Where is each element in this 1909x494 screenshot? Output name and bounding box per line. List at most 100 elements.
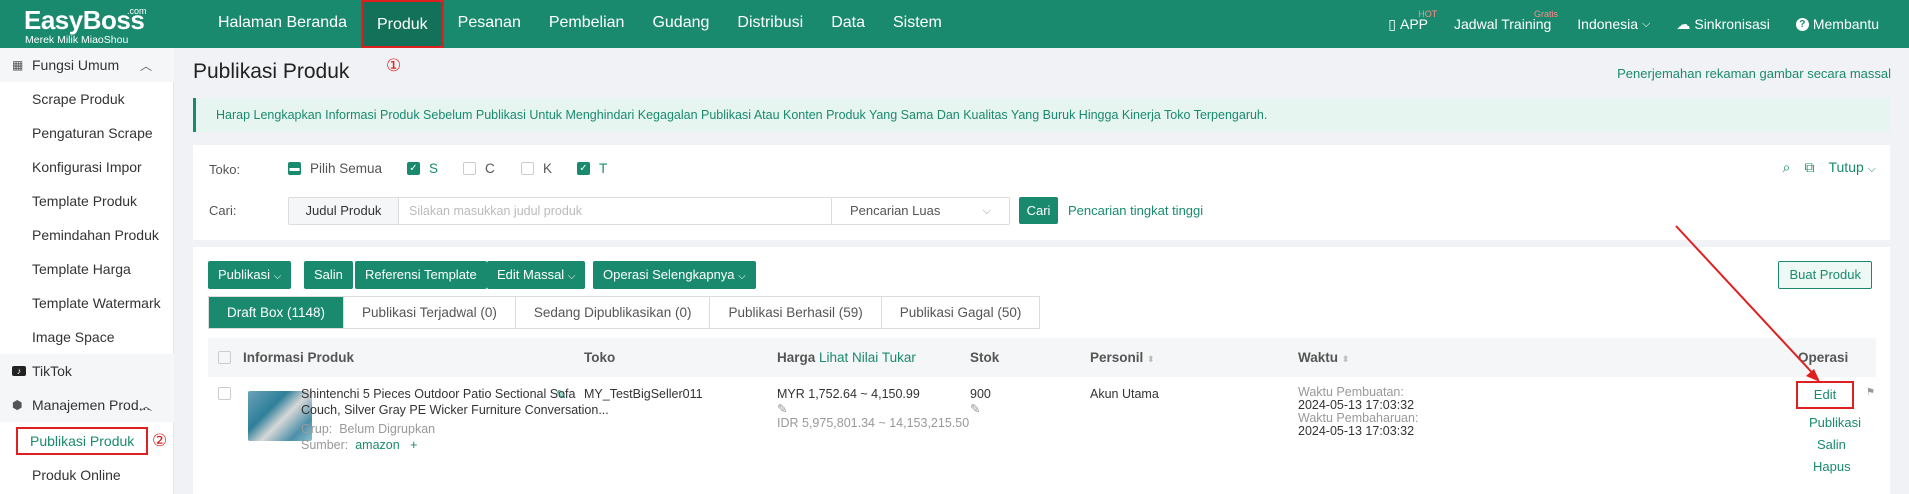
copy-action[interactable]: Salin	[1817, 437, 1846, 452]
columns-icon[interactable]: ⧉	[1804, 159, 1814, 176]
sidebar-item-scrape-settings[interactable]: Pengaturan Scrape	[0, 116, 174, 150]
search-label: Cari:	[209, 203, 237, 218]
sidebar-group-tiktok[interactable]: ♪ TikTok	[0, 354, 174, 388]
checkbox-empty-icon	[218, 387, 231, 400]
search-input[interactable]	[399, 198, 831, 224]
edit-title-pencil-icon[interactable]: ✎	[556, 387, 566, 403]
reference-template-button[interactable]: Referensi Template	[355, 261, 487, 289]
filter-tools: ⌕ ⧉ Tutup ⌵	[1783, 159, 1876, 176]
store-checkbox-k[interactable]: K	[521, 161, 552, 176]
button-label: Publikasi	[218, 267, 271, 282]
header-person[interactable]: Personil ⬍	[1090, 338, 1155, 379]
product-source: Sumber: amazon +	[301, 437, 417, 453]
sidebar-item-product-move[interactable]: Pemindahan Produk	[0, 218, 174, 252]
store-checkbox-s[interactable]: ✓ S	[407, 161, 438, 176]
chevron-down-icon: ⌵	[273, 271, 282, 282]
sidebar-item-product-template[interactable]: Template Produk	[0, 184, 174, 218]
search-scope-select[interactable]: Pencarian Luas ⌵	[831, 198, 1009, 224]
updated-time: 2024-05-13 17:03:32	[1298, 424, 1415, 438]
search-icon[interactable]: ⌕	[1783, 159, 1791, 176]
tab-scheduled[interactable]: Publikasi Terjadwal (0)	[344, 297, 516, 328]
app-link[interactable]: ▯ APP HOT	[1388, 9, 1437, 33]
advanced-search-link[interactable]: Pencarian tingkat tinggi	[1068, 203, 1203, 218]
sort-icon: ⬍	[1341, 354, 1350, 364]
language-select[interactable]: Indonesia ⌵	[1577, 16, 1650, 32]
search-button[interactable]: Cari	[1019, 197, 1058, 224]
tab-published[interactable]: Publikasi Berhasil (59)	[710, 297, 882, 328]
select-all-checkbox[interactable]: ▬ Pilih Semua	[288, 161, 382, 176]
header-price-label: Harga	[777, 350, 816, 365]
row-checkbox[interactable]	[218, 387, 231, 404]
tab-publishing[interactable]: Sedang Dipublikasikan (0)	[516, 297, 711, 328]
table-header: Informasi Produk Toko Harga Lihat Nilai …	[208, 338, 1876, 377]
sidebar-group-product-mgmt[interactable]: ⬢ Manajemen Prod... ︿	[0, 388, 174, 422]
page-title: Publikasi Produk	[193, 60, 350, 83]
nav-pesanan[interactable]: Pesanan	[444, 0, 535, 48]
nav-produk[interactable]: Produk	[360, 0, 444, 48]
collapse-label: Tutup	[1828, 159, 1864, 175]
exchange-rate-link[interactable]: Lihat Nilai Tukar	[819, 350, 916, 365]
sync-button[interactable]: ☁ Sinkronisasi	[1676, 16, 1769, 33]
nav-gudang[interactable]: Gudang	[638, 0, 723, 48]
sidebar-item-publish-product[interactable]: Publikasi Produk	[0, 424, 174, 458]
add-source-plus-icon[interactable]: +	[410, 438, 417, 452]
bulk-edit-dropdown-button[interactable]: Edit Massal ⌵	[487, 261, 586, 289]
help-label: Membantu	[1812, 16, 1879, 32]
flag-icon[interactable]: ⚑	[1866, 385, 1875, 401]
help-icon: ?	[1795, 17, 1809, 31]
checkbox-label: Pilih Semua	[310, 161, 383, 176]
tab-failed[interactable]: Publikasi Gagal (50)	[882, 297, 1040, 328]
header-time-label: Waktu	[1298, 350, 1338, 365]
store-checkbox-c[interactable]: C	[463, 161, 495, 176]
header-time[interactable]: Waktu ⬍	[1298, 338, 1349, 379]
bulk-translate-link[interactable]: Penerjemahan rekaman gambar secara massa…	[1617, 66, 1891, 81]
edit-button[interactable]: Edit	[1796, 381, 1854, 409]
tiktok-icon: ♪	[12, 366, 26, 376]
nav-distribusi[interactable]: Distribusi	[723, 0, 817, 48]
product-title-line: Couch, Silver Gray PE Wicker Furniture C…	[301, 403, 609, 417]
store-checkbox-t[interactable]: ✓ T	[577, 161, 607, 176]
nav-home[interactable]: Halaman Beranda	[204, 0, 361, 48]
sidebar-item-price-template[interactable]: Template Harga	[0, 252, 174, 286]
nav-data[interactable]: Data	[817, 0, 879, 48]
collapse-toggle[interactable]: Tutup ⌵	[1828, 159, 1876, 176]
source-link[interactable]: amazon	[355, 438, 399, 452]
top-navigation-bar: EasyBoss .com Merek Milik MiaoShou Halam…	[0, 0, 1909, 48]
sidebar-item-scrape[interactable]: Scrape Produk	[0, 82, 174, 116]
sidebar-item-watermark[interactable]: Template Watermark	[0, 286, 174, 320]
delete-action[interactable]: Hapus	[1813, 459, 1851, 474]
sidebar-item-import-config[interactable]: Konfigurasi Impor	[0, 150, 174, 184]
price-idr: IDR 5,975,801.34 ~ 14,153,215.50	[777, 416, 970, 430]
header-select-all-checkbox[interactable]	[218, 351, 231, 367]
more-ops-dropdown-button[interactable]: Operasi Selengkapnya ⌵	[593, 261, 756, 289]
logo-subtitle: Merek Milik MiaoShou	[25, 34, 129, 46]
create-product-button[interactable]: Buat Produk	[1778, 261, 1872, 289]
phone-icon: ▯	[1388, 15, 1396, 32]
store-label: Toko:	[209, 162, 241, 177]
nav-sistem[interactable]: Sistem	[879, 0, 956, 48]
button-label: Edit Massal	[497, 267, 565, 282]
search-scope-label: Pencarian Luas	[850, 203, 941, 218]
publish-action[interactable]: Publikasi	[1809, 415, 1861, 430]
sidebar-item-image-space[interactable]: Image Space	[0, 320, 174, 354]
publish-dropdown-button[interactable]: Publikasi ⌵	[208, 261, 292, 289]
tab-draft-box[interactable]: Draft Box (1148)	[209, 297, 345, 328]
copy-button[interactable]: Salin	[304, 261, 353, 289]
edit-stock-pencil-icon[interactable]: ✎	[970, 401, 980, 417]
header-stock: Stok	[970, 350, 1000, 365]
header-store: Toko	[584, 350, 616, 365]
easyboss-logo[interactable]: EasyBoss .com Merek Milik MiaoShou	[24, 4, 154, 46]
sidebar-item-online-product[interactable]: Produk Online	[0, 458, 174, 492]
training-link[interactable]: Jadwal Training Gratis	[1454, 9, 1558, 32]
stock-value: 900	[970, 387, 991, 401]
person-value: Akun Utama	[1090, 387, 1159, 401]
sort-icon: ⬍	[1147, 354, 1155, 364]
sidebar-group-common[interactable]: ▦ Fungsi Umum ︿	[0, 48, 174, 82]
nav-pembelian[interactable]: Pembelian	[535, 0, 639, 48]
help-button[interactable]: ? Membantu	[1795, 16, 1879, 32]
button-label: Operasi Selengkapnya	[603, 267, 735, 282]
price-myr: MYR 1,752.64 ~ 4,150.99	[777, 387, 920, 401]
sidebar-item-label: Publikasi Produk	[16, 427, 149, 455]
search-field-select[interactable]: Judul Produk	[289, 198, 399, 224]
checkbox-label: C	[485, 161, 495, 176]
